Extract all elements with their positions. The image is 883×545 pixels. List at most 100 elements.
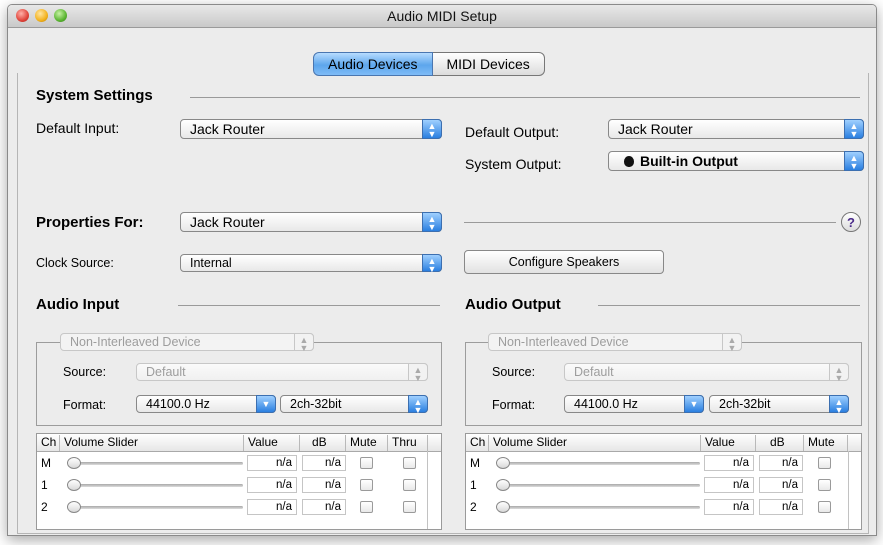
input-format-rate-popup[interactable]: 44100.0 Hz ▼ [136, 395, 276, 413]
section-divider [598, 305, 860, 306]
configure-speakers-button[interactable]: Configure Speakers [464, 250, 664, 274]
column-header-volume-slider[interactable]: Volume Slider [489, 435, 701, 451]
default-output-label: Default Output: [465, 124, 560, 140]
channel-label: 2 [470, 500, 477, 514]
clock-source-label: Clock Source: [36, 256, 114, 270]
up-down-arrows-icon: ▲ ▼ [829, 363, 849, 383]
channel-label: M [41, 456, 51, 470]
volume-slider-knob[interactable] [67, 501, 81, 513]
properties-for-label: Properties For: [36, 214, 144, 231]
value-cell: n/a [704, 499, 754, 515]
volume-slider-knob[interactable] [496, 501, 510, 513]
clock-source-popup[interactable]: Internal ▲ ▼ [180, 254, 442, 274]
value-cell: n/a [704, 477, 754, 493]
input-channel-table: Ch Volume Slider Value dB Mute Thru M n/… [36, 433, 442, 530]
chevron-down-icon: ▼ [256, 395, 276, 413]
section-divider [178, 305, 440, 306]
table-header: Ch Volume Slider Value dB Mute Thru [37, 434, 441, 452]
volume-slider-knob[interactable] [67, 457, 81, 469]
default-input-value: Jack Router [190, 121, 265, 137]
db-cell: n/a [759, 455, 803, 471]
output-source-value: Default [574, 365, 614, 379]
channel-label: 1 [470, 478, 477, 492]
input-format-rate-value: 44100.0 Hz [146, 397, 210, 411]
input-source-popup[interactable]: Default ▲ ▼ [136, 363, 428, 383]
column-header-value[interactable]: Value [701, 435, 756, 451]
output-device-mode-popup[interactable]: Non-Interleaved Device ▲ ▼ [488, 333, 742, 353]
up-down-arrows-icon: ▲ ▼ [829, 395, 849, 415]
thru-checkbox[interactable] [403, 457, 416, 469]
volume-slider-track[interactable] [69, 462, 243, 465]
input-format-bits-popup[interactable]: 2ch-32bit ▲ ▼ [280, 395, 428, 415]
tab-content: System Settings Default Input: Jack Rout… [17, 73, 869, 534]
audio-output-heading: Audio Output [465, 296, 561, 313]
up-down-arrows-icon: ▲ ▼ [422, 212, 442, 232]
up-down-arrows-icon: ▲ ▼ [422, 254, 442, 274]
thru-checkbox[interactable] [403, 479, 416, 491]
mute-checkbox[interactable] [818, 479, 831, 491]
volume-slider-track[interactable] [69, 484, 243, 487]
column-header-value[interactable]: Value [244, 435, 300, 451]
default-input-popup[interactable]: Jack Router ▲ ▼ [180, 119, 442, 139]
volume-slider-knob[interactable] [496, 479, 510, 491]
up-down-arrows-icon: ▲ ▼ [844, 119, 864, 139]
system-output-value: Built-in Output [640, 153, 738, 169]
audio-midi-setup-window: Audio MIDI Setup Audio Devices MIDI Devi… [7, 4, 877, 536]
value-cell: n/a [247, 477, 297, 493]
column-header-db[interactable]: dB [300, 435, 346, 451]
default-input-label: Default Input: [36, 120, 120, 136]
output-format-label: Format: [492, 398, 536, 412]
audio-output-group [465, 342, 862, 426]
volume-slider-track[interactable] [69, 506, 243, 509]
properties-for-popup[interactable]: Jack Router ▲ ▼ [180, 212, 442, 232]
mute-checkbox[interactable] [360, 479, 373, 491]
input-source-label: Source: [63, 365, 107, 379]
output-source-popup[interactable]: Default ▲ ▼ [564, 363, 849, 383]
mute-checkbox[interactable] [818, 457, 831, 469]
mute-checkbox[interactable] [360, 501, 373, 513]
column-header-mute[interactable]: Mute [804, 435, 848, 451]
title-bar[interactable]: Audio MIDI Setup [8, 5, 876, 28]
volume-slider-knob[interactable] [496, 457, 510, 469]
db-cell: n/a [759, 477, 803, 493]
volume-slider-track[interactable] [498, 506, 700, 509]
column-header-ch[interactable]: Ch [37, 435, 60, 451]
value-cell: n/a [704, 455, 754, 471]
output-format-bits-value: 2ch-32bit [719, 397, 771, 411]
column-header-db[interactable]: dB [756, 435, 804, 451]
chevron-down-icon: ▼ [684, 395, 704, 413]
volume-slider-knob[interactable] [67, 479, 81, 491]
input-format-label: Format: [63, 398, 107, 412]
section-divider [190, 97, 860, 98]
channel-label: 1 [41, 478, 48, 492]
mute-checkbox[interactable] [360, 457, 373, 469]
audio-input-heading: Audio Input [36, 296, 120, 313]
output-source-label: Source: [492, 365, 536, 379]
system-output-popup[interactable]: Built-in Output ▲ ▼ [608, 151, 864, 171]
channel-label: M [470, 456, 480, 470]
db-cell: n/a [759, 499, 803, 515]
input-device-mode-value: Non-Interleaved Device [70, 335, 201, 349]
output-channel-table: Ch Volume Slider Value dB Mute M n/a n/a… [465, 433, 862, 530]
table-divider [848, 451, 849, 529]
mute-checkbox[interactable] [818, 501, 831, 513]
output-format-rate-popup[interactable]: 44100.0 Hz ▼ [564, 395, 704, 413]
help-button[interactable]: ? [841, 212, 861, 232]
value-cell: n/a [247, 499, 297, 515]
input-device-mode-popup[interactable]: Non-Interleaved Device ▲ ▼ [60, 333, 314, 353]
output-device-mode-value: Non-Interleaved Device [498, 335, 629, 349]
up-down-arrows-icon: ▲ ▼ [408, 363, 428, 383]
default-output-popup[interactable]: Jack Router ▲ ▼ [608, 119, 864, 139]
table-divider [427, 451, 428, 529]
volume-slider-track[interactable] [498, 484, 700, 487]
volume-slider-track[interactable] [498, 462, 700, 465]
column-header-ch[interactable]: Ch [466, 435, 489, 451]
output-format-bits-popup[interactable]: 2ch-32bit ▲ ▼ [709, 395, 849, 415]
channel-label: 2 [41, 500, 48, 514]
system-output-label: System Output: [465, 156, 562, 172]
thru-checkbox[interactable] [403, 501, 416, 513]
column-header-volume-slider[interactable]: Volume Slider [60, 435, 244, 451]
column-header-mute[interactable]: Mute [346, 435, 388, 451]
column-header-thru[interactable]: Thru [388, 435, 428, 451]
section-divider [464, 222, 836, 223]
